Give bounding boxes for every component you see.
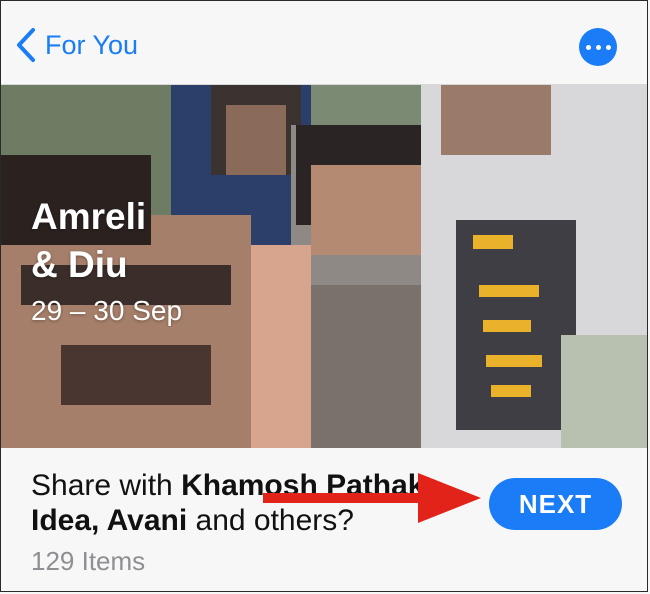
memory-cover-photo[interactable]: Amreli & Diu 29 – 30 Sep <box>1 85 647 448</box>
more-options-button[interactable] <box>579 28 617 66</box>
navigation-bar: For You <box>1 1 647 85</box>
items-count: 129 Items <box>31 546 146 576</box>
memory-title-line2: & Diu <box>31 244 128 285</box>
back-button[interactable]: For You <box>15 23 138 67</box>
back-label: For You <box>45 29 139 60</box>
ellipsis-dot <box>595 44 601 50</box>
chevron-left-icon <box>17 28 35 62</box>
app-window: For You Amreli & Diu 29 – 30 Sep Share w… <box>0 0 648 592</box>
share-prompt-lead: Share with <box>31 469 182 502</box>
memory-title-line1: Amreli <box>31 196 147 237</box>
next-button[interactable]: NEXT <box>489 478 622 530</box>
red-arrow-annotation <box>263 473 481 523</box>
memory-title: Amreli & Diu <box>31 193 146 289</box>
ellipsis-dot <box>605 44 611 50</box>
memory-dates: 29 – 30 Sep <box>31 295 183 326</box>
ellipsis-dot <box>585 44 591 50</box>
